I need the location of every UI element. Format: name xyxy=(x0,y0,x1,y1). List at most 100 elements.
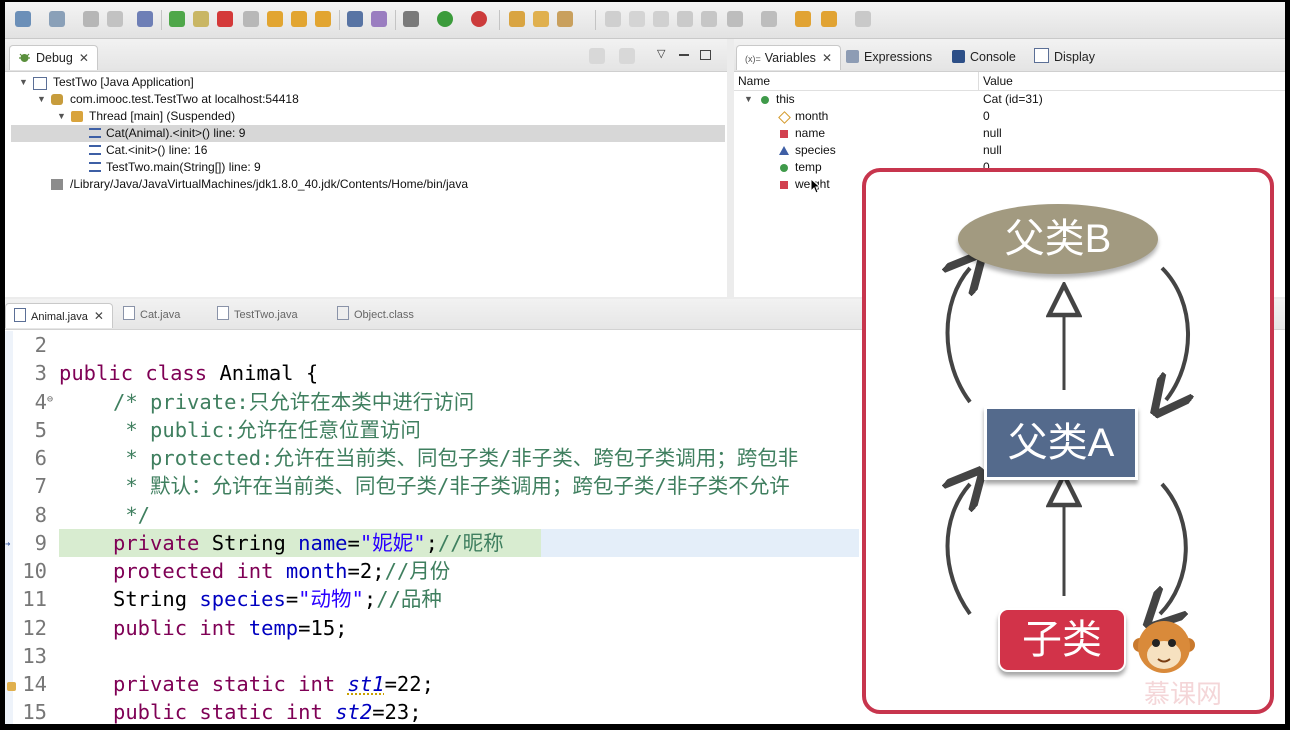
tab-expressions[interactable]: Expressions xyxy=(846,45,932,69)
annotation-icon[interactable] xyxy=(701,11,717,27)
variable-row[interactable]: month 0 xyxy=(734,108,1285,125)
line-number: 14 xyxy=(22,672,47,696)
new-icon[interactable] xyxy=(15,11,31,27)
code-line: public class Animal { xyxy=(59,361,319,385)
collapse-icon[interactable] xyxy=(619,48,635,64)
variables-icon: (x)= xyxy=(745,54,761,64)
variable-row[interactable]: name null xyxy=(734,125,1285,142)
prev-annotation-icon[interactable] xyxy=(761,11,777,27)
step-into-icon[interactable] xyxy=(267,11,283,27)
console-icon xyxy=(952,50,965,63)
code-line: String species="动物";//品种 xyxy=(113,587,442,611)
pen-icon[interactable] xyxy=(557,11,573,27)
tab-label: Animal.java xyxy=(31,311,88,323)
line-number: 10 xyxy=(22,559,47,583)
tab-console-label: Console xyxy=(970,50,1016,64)
close-icon[interactable]: ✕ xyxy=(822,51,832,65)
java-file-icon xyxy=(123,306,135,320)
code-line: private static int st1=22; xyxy=(113,672,434,696)
watermark-logo: 慕课网 xyxy=(1144,680,1223,710)
tab-debug-label: Debug xyxy=(36,51,73,65)
search-icon[interactable] xyxy=(605,11,621,27)
code-line: * 默认：允许在当前类、同包子类/非子类调用；跨包子类/非子类不允许 xyxy=(113,474,790,498)
drop-to-frame-icon[interactable] xyxy=(347,11,363,27)
debug-tabbar: Debug ✕ ▽ xyxy=(5,39,727,72)
tab-display[interactable]: Display xyxy=(1034,45,1095,69)
parent-b-node: 父类B xyxy=(958,204,1158,274)
line-number: 8 xyxy=(34,503,47,527)
code-line: */ xyxy=(113,503,151,527)
last-edit-icon[interactable] xyxy=(795,11,811,27)
next-annotation-icon[interactable] xyxy=(727,11,743,27)
tab-animal-java[interactable]: Animal.java ✕ xyxy=(5,303,113,328)
java-file-icon xyxy=(14,308,26,322)
line-number: 3 xyxy=(34,361,47,385)
parent-a-label: 父类A xyxy=(1007,421,1115,465)
tab-object-class[interactable]: Object.class xyxy=(337,303,414,327)
code-line: private String name="妮妮";//昵称 xyxy=(113,531,504,555)
variables-tabbar: (x)= Variables ✕ Expressions Console Displ… xyxy=(734,39,1285,72)
new-package-icon[interactable] xyxy=(49,11,65,27)
maximize-icon[interactable] xyxy=(700,50,711,60)
code-line: public static int st2=23; xyxy=(113,700,422,724)
disconnect-icon[interactable] xyxy=(243,11,259,27)
save-icon[interactable] xyxy=(83,11,99,27)
use-step-filters-icon[interactable] xyxy=(371,11,387,27)
line-number: 6 xyxy=(34,446,47,470)
child-label: 子类 xyxy=(1022,618,1102,662)
parent-b-label: 父类B xyxy=(1004,217,1112,261)
inheritance-diagram: 父类B 父类A 子类 慕课网 xyxy=(862,168,1274,714)
tab-cat-java[interactable]: Cat.java xyxy=(123,303,180,327)
save-all-icon[interactable] xyxy=(107,11,123,27)
bug-icon xyxy=(18,48,31,62)
forward-icon[interactable] xyxy=(855,11,871,27)
line-number: 9 xyxy=(34,531,47,555)
show-whitespace-icon[interactable] xyxy=(677,11,693,27)
skip-breakpoints-icon[interactable] xyxy=(137,11,153,27)
child-node: 子类 xyxy=(998,608,1126,672)
debug-config-icon[interactable] xyxy=(403,11,419,27)
expressions-icon xyxy=(846,50,859,63)
variable-row[interactable]: species null xyxy=(734,142,1285,159)
column-name[interactable]: Name xyxy=(738,74,770,88)
line-number: 5 xyxy=(34,418,47,442)
open-type-icon[interactable] xyxy=(509,11,525,27)
back-icon[interactable] xyxy=(821,11,837,27)
tab-variables[interactable]: (x)= Variables ✕ xyxy=(736,45,841,70)
run-icon[interactable] xyxy=(437,11,453,27)
monkey-mascot-icon xyxy=(1133,621,1195,673)
main-toolbar xyxy=(5,2,1285,39)
toggle-block-icon[interactable] xyxy=(653,11,669,27)
tab-debug[interactable]: Debug ✕ xyxy=(9,45,98,70)
step-return-icon[interactable] xyxy=(315,11,331,27)
code-line: * public:允许在任意位置访问 xyxy=(113,418,421,442)
remove-terminated-icon[interactable] xyxy=(589,48,605,64)
java-file-icon xyxy=(217,306,229,320)
step-over-icon[interactable] xyxy=(291,11,307,27)
tree-item-frame-selected[interactable]: Cat(Animal).<init>() line: 9 xyxy=(11,125,725,142)
line-number: 15 xyxy=(22,700,47,724)
line-number: 12 xyxy=(22,616,47,640)
terminate-icon[interactable] xyxy=(217,11,233,27)
tab-testtwo-java[interactable]: TestTwo.java xyxy=(217,303,298,327)
close-icon[interactable]: ✕ xyxy=(94,309,104,323)
view-menu-icon[interactable]: ▽ xyxy=(657,47,665,60)
column-value[interactable]: Value xyxy=(983,74,1013,88)
tab-expressions-label: Expressions xyxy=(864,50,933,64)
code-line: * protected:允许在当前类、同包子类/非子类、跨包子类调用；跨包非 xyxy=(113,446,799,470)
variable-row[interactable]: ▼ this Cat (id=31) xyxy=(734,91,1285,108)
fold-icon[interactable]: ⊖ xyxy=(47,394,53,405)
toggle-mark-icon[interactable] xyxy=(629,11,645,27)
open-folder-icon[interactable] xyxy=(533,11,549,27)
line-number: 7 xyxy=(34,474,47,498)
debug-view: Debug ✕ ▽ ▼ TestTwo [Java Application] ▼ … xyxy=(5,39,727,297)
resume-icon[interactable] xyxy=(169,11,185,27)
close-icon[interactable]: ✕ xyxy=(79,51,89,65)
tab-console[interactable]: Console xyxy=(952,45,1016,69)
parent-a-node: 父类A xyxy=(984,406,1138,480)
minimize-icon[interactable] xyxy=(679,54,689,56)
external-tools-icon[interactable] xyxy=(471,11,487,27)
suspend-icon[interactable] xyxy=(193,11,209,27)
variables-header: Name Value xyxy=(734,72,1285,91)
line-number: 11 xyxy=(22,587,47,611)
